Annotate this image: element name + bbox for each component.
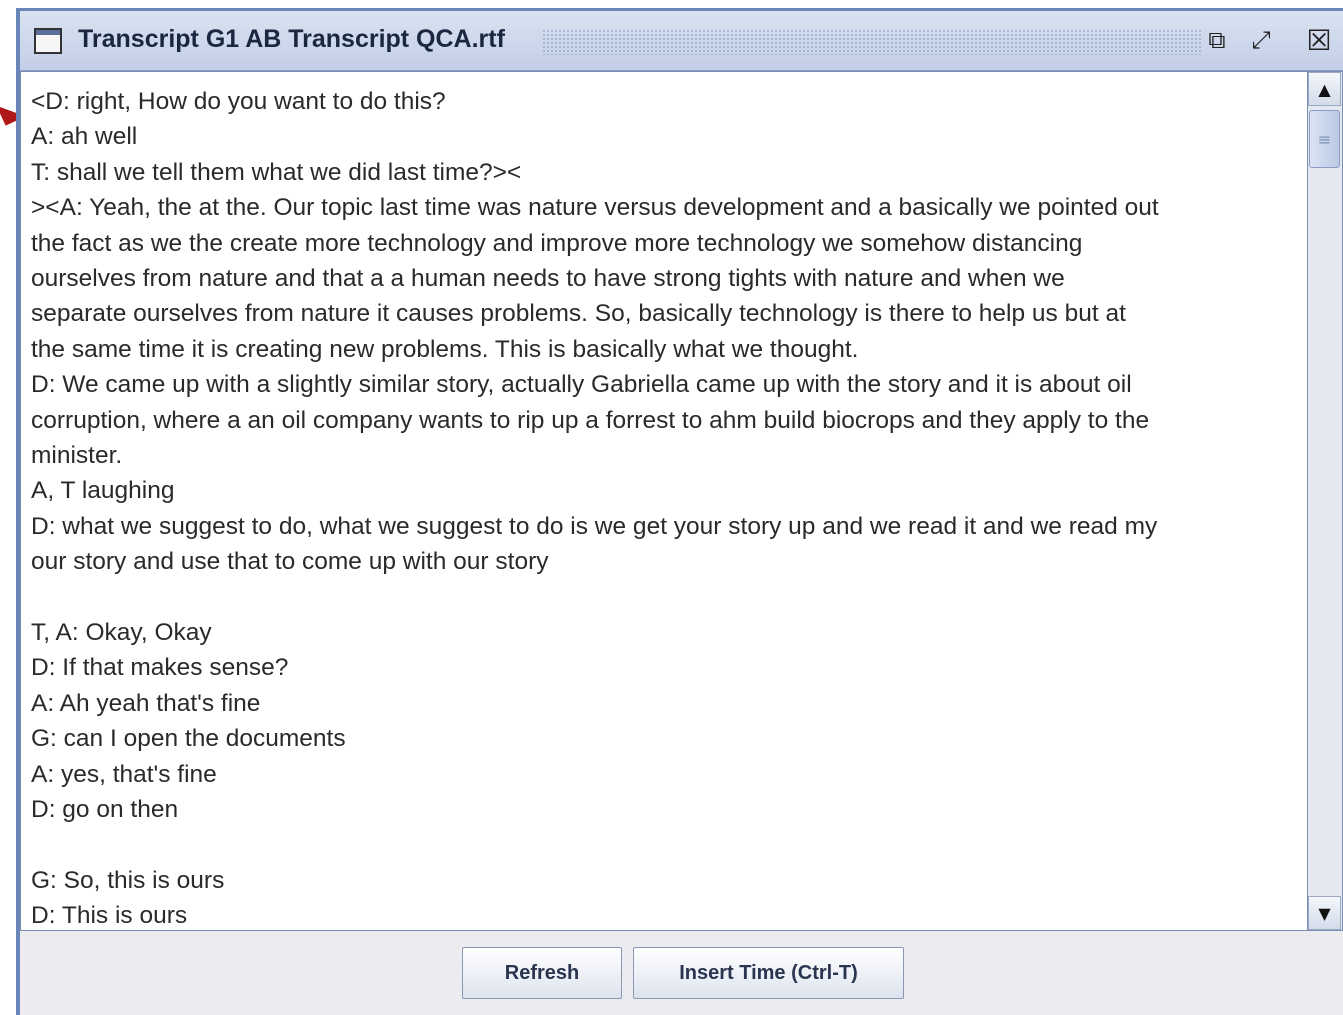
vertical-scrollbar[interactable]: ▲ ≡ ▼ — [1308, 71, 1343, 931]
transcript-line: A: yes, that's fine — [31, 760, 217, 788]
insert-time-button[interactable]: Insert Time (Ctrl-T) — [633, 947, 904, 999]
transcript-line: T, A: Okay, Okay — [31, 619, 212, 646]
transcript-text-area[interactable]: <D: right, How do you want to do this? A:… — [20, 71, 1308, 931]
transcript-line: D: We came up with a slightly similar st… — [31, 371, 1132, 399]
transcript-line: D: If that makes sense? — [31, 654, 289, 682]
transcript-line: D: go on then — [31, 796, 179, 823]
transcript-line: the fact as we the create more technolog… — [31, 229, 1083, 257]
transcript-window: Transcript G1 AB Transcript QCA.rtf ⧉ ⤢ … — [16, 8, 1343, 1015]
transcript-line: A: Ah yeah that's fine — [31, 689, 261, 717]
transcript-line: corruption, where a an oil company wants… — [31, 406, 1150, 434]
transcript-line: <D: right, How do you want to do this? — [31, 88, 446, 115]
transcript-line: separate ourselves from nature it causes… — [31, 300, 1126, 328]
window-title: Transcript G1 AB Transcript QCA.rtf — [78, 25, 505, 53]
scroll-down-icon[interactable]: ▼ — [1308, 896, 1341, 930]
title-bar[interactable]: Transcript G1 AB Transcript QCA.rtf ⧉ ⤢ … — [20, 11, 1343, 71]
refresh-button[interactable]: Refresh — [462, 947, 622, 999]
transcript-line: A, T laughing — [31, 477, 175, 505]
title-bar-grip — [542, 29, 1202, 55]
transcript-line: our story and use that to come up with o… — [31, 548, 549, 576]
transcript-line: D: what we suggest to do, what we sugges… — [31, 512, 1158, 540]
transcript-line: the same time it is creating new problem… — [31, 335, 859, 363]
button-bar: Refresh Insert Time (Ctrl-T) — [20, 931, 1343, 1015]
close-icon[interactable]: ☒ — [1302, 23, 1336, 57]
window-icon — [34, 28, 62, 54]
transcript-line: ourselves from nature and that a a human… — [31, 265, 1065, 292]
minimize-icon[interactable]: ⧉ — [1200, 23, 1234, 57]
transcript-line: A: ah well — [31, 123, 138, 151]
scroll-up-icon[interactable]: ▲ — [1308, 72, 1341, 106]
transcript-line: G: can I open the documents — [31, 725, 346, 753]
maximize-icon[interactable]: ⤢ — [1244, 23, 1278, 57]
scroll-thumb[interactable]: ≡ — [1309, 110, 1340, 168]
transcript-line: G: So, this is ours — [31, 866, 225, 894]
transcript-line: D: This is ours — [31, 902, 188, 930]
screen: Transcript G1 AB Transcript QCA.rtf ⧉ ⤢ … — [0, 0, 1343, 1015]
transcript-line: minister. — [31, 442, 123, 469]
transcript-line: T: shall we tell them what we did last t… — [31, 158, 522, 186]
transcript-line: ><A: Yeah, the at the. Our topic last ti… — [31, 194, 1159, 222]
